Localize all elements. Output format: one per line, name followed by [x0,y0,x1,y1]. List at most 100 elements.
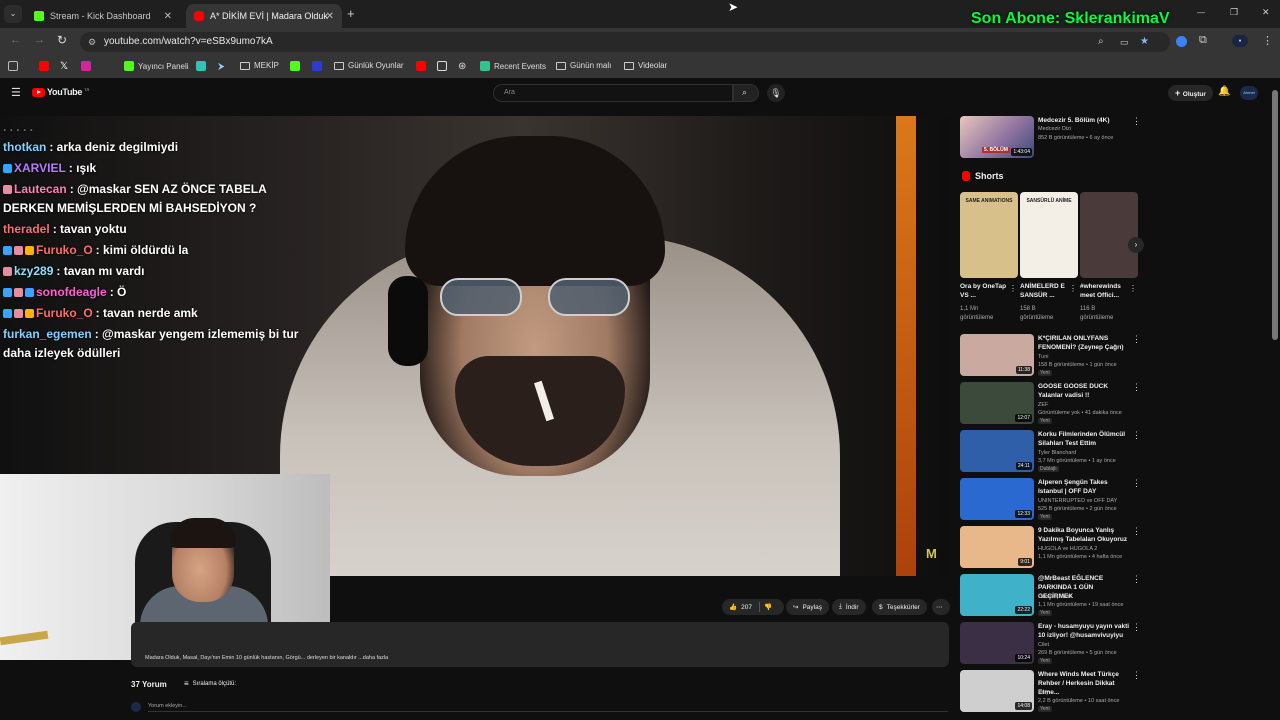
bookmark-star-icon[interactable]: ★ [1140,32,1149,52]
new-tab-button[interactable]: + [347,6,355,21]
bookmark-image-icon[interactable] [437,61,447,71]
recommendation-channel[interactable]: Tyler Blanchard [1038,450,1076,456]
sort-comments-button[interactable]: ≡ Sıralama ölçütü: [184,679,236,688]
download-button[interactable]: ⤓ İndir [832,599,866,615]
close-tab-icon[interactable]: ✕ [164,11,172,22]
zoom-icon[interactable]: ⌕ [1098,32,1104,52]
bookmark-gunluk-oyunlar[interactable]: Günlük Oyunlar [334,61,404,70]
voice-search-button[interactable]: 🎙 [767,84,785,102]
account-avatar[interactable]: Ahmet [1240,86,1258,100]
more-options-icon[interactable]: ⋮ [1132,622,1141,633]
more-options-icon[interactable]: ⋮ [1132,116,1141,127]
youtube-logo[interactable]: YouTube TR [32,87,89,97]
extension-icon[interactable] [1176,36,1187,47]
recommendation-item[interactable]: 9:01 9 Dakika Boyunca Yanlış Yazılmış Tab… [960,526,1141,570]
recommendation-item[interactable]: 10:24 Eray - husamyuyu yayın vakti 10 izl… [960,622,1141,666]
short-title[interactable]: ANİMELERD E SANSÜR ... [1020,282,1070,300]
bookmark-youtube-icon[interactable] [39,61,49,71]
address-field[interactable]: ⚙ youtube.com/watch?v=eSBx9umo7kA ⌕ ▭ ★ [80,32,1170,52]
add-comment-input[interactable]: Yorum ekleyin... [148,703,948,712]
hamburger-menu-icon[interactable]: ☰ [11,86,21,99]
like-button[interactable]: 👍 207 👎 [722,599,784,615]
bookmark-recent-events[interactable]: Recent Events [480,61,546,71]
recommendation-item[interactable]: 22:22 @MrBeast EĞLENCE PARKINDA 1 GÜN GEÇ… [960,574,1141,618]
reload-icon[interactable]: ↻ [57,33,67,47]
tab-youtube-video[interactable]: A* DİKİM EVİ | Madara Olduk # ✕ [186,4,342,28]
more-options-icon[interactable]: ⋮ [1132,574,1141,585]
recommendation-channel[interactable]: Tuni [1038,354,1049,360]
thumbs-down-icon[interactable]: 👎 [764,603,772,611]
recommendation-item[interactable]: 12:33 Alperen Şengün Takes Istanbul | OFF… [960,478,1141,522]
bookmark-kick-icon[interactable] [290,61,300,71]
short-title[interactable]: #wherewinds meet Offici... [1080,282,1130,300]
short-thumbnail[interactable]: SANSÜRLÜ ANİME [1020,192,1078,278]
bookmark-gunun-mali[interactable]: Günün malı [556,61,611,70]
recommendation-item[interactable]: 24:11 Korku Filmlerinden Ölümcül Silahlar… [960,430,1141,474]
commenter-avatar [131,702,141,712]
cast-icon[interactable]: ▭ [1120,32,1129,52]
description-box[interactable]: Madara Olduk, Masal, Dayı'nın Emin 10 gü… [131,622,949,667]
short-thumbnail[interactable] [1080,192,1138,278]
recommendation-channel[interactable]: Medcezir Dizi [1038,126,1071,132]
profile-avatar[interactable]: ● [1232,35,1248,47]
recommendation-item[interactable]: 11:38 K*ÇIRILAN ONLYFANS FENOMENİ? (Zeyne… [960,334,1141,378]
recommendation-channel[interactable]: Orkun Işıtmak [1038,594,1072,600]
create-button[interactable]: + Oluştur [1168,85,1213,101]
shorts-next-button[interactable]: › [1128,237,1144,253]
site-info-icon[interactable]: ⚙ [88,32,96,52]
bookmark-mekip[interactable]: MEKİP [240,61,279,70]
chat-text: : tavan mı vardı [56,264,145,278]
recommendation-item[interactable]: 14:08 Where Winds Meet Türkçe Rehber / He… [960,670,1141,714]
bookmark-videolar[interactable]: Videolar [624,61,667,70]
more-options-icon[interactable]: ⋮ [1132,382,1141,393]
thanks-button[interactable]: $ Teşekkürler [872,599,927,615]
recommendation-channel[interactable]: UNINTERRUPTED ve OFF DAY [1038,498,1117,504]
recommendation-channel[interactable]: ZEF [1038,402,1048,408]
tab-list-button[interactable]: ⌄ [4,5,22,23]
more-actions-button[interactable]: ⋯ [932,599,950,615]
bookmark-blue-icon[interactable] [312,61,322,71]
short-thumbnail[interactable]: SAME ANIMATIONS [960,192,1018,278]
bookmark-app-icon[interactable] [196,61,206,71]
more-options-icon[interactable]: ⋮ [1129,284,1137,293]
chat-badge-icon [14,309,23,318]
short-title[interactable]: Ora by OneTap VS ... [960,282,1010,300]
apps-grid-icon[interactable] [8,61,18,71]
more-options-icon[interactable]: ⋮ [1132,430,1141,441]
close-tab-icon[interactable]: ✕ [326,11,334,22]
video-duration: 9:01 [1018,558,1032,566]
close-window-button[interactable]: ✕ [1262,7,1270,18]
search-input[interactable]: Ara [493,84,733,102]
recommendation-item[interactable]: 12:07 GOOSE GOOSE DUCK Yalanlar vadisi !!… [960,382,1141,426]
more-options-icon[interactable]: ⋮ [1069,284,1077,293]
minimize-button[interactable]: — [1197,8,1205,17]
bookmark-x-icon[interactable]: 𝕏 [60,61,68,72]
notifications-bell-icon[interactable]: 🔔 [1218,86,1230,97]
bookmark-openai-icon[interactable]: ⊛ [458,61,466,72]
tab-kick-dashboard[interactable]: Stream - Kick Dashboard ✕ [26,4,180,28]
folder-icon [334,61,344,70]
browser-menu-icon[interactable]: ⋮ [1262,34,1273,47]
more-options-icon[interactable]: ⋮ [1132,670,1141,681]
recommendation-channel[interactable]: Cilet [1038,642,1049,648]
forward-icon[interactable]: → [34,34,45,46]
download-icon: ⤓ [839,603,842,610]
bookmark-instagram-icon[interactable] [81,61,91,71]
bookmark-yayinci-paneli[interactable]: Yayıncı Paneli [124,61,189,71]
recommendation-channel[interactable]: Poly [1038,690,1049,696]
share-button[interactable]: ↪ Paylaş [786,599,829,615]
recommendation-top[interactable]: 5. BÖLÜM 1:43:04 Medcezir 5. Bölüm (4K) … [960,116,1141,160]
back-icon[interactable]: ← [10,34,21,46]
bookmark-arrow-icon[interactable]: ⮞ [218,61,225,72]
page-scrollbar[interactable] [1272,90,1278,340]
extensions-puzzle-icon[interactable]: ⧉ [1199,34,1207,47]
chat-text-continued: daha izleyek ödülleri [3,346,121,360]
more-options-icon[interactable]: ⋮ [1132,526,1141,537]
maximize-button[interactable]: ❐ [1230,7,1238,18]
more-options-icon[interactable]: ⋮ [1132,334,1141,345]
recommendation-channel[interactable]: HUGOLA ve HUGOLA 2 [1038,546,1097,552]
more-options-icon[interactable]: ⋮ [1009,284,1017,293]
bookmark-youtube-icon-2[interactable] [416,61,426,71]
search-button[interactable]: ⌕ [733,84,759,102]
more-options-icon[interactable]: ⋮ [1132,478,1141,489]
